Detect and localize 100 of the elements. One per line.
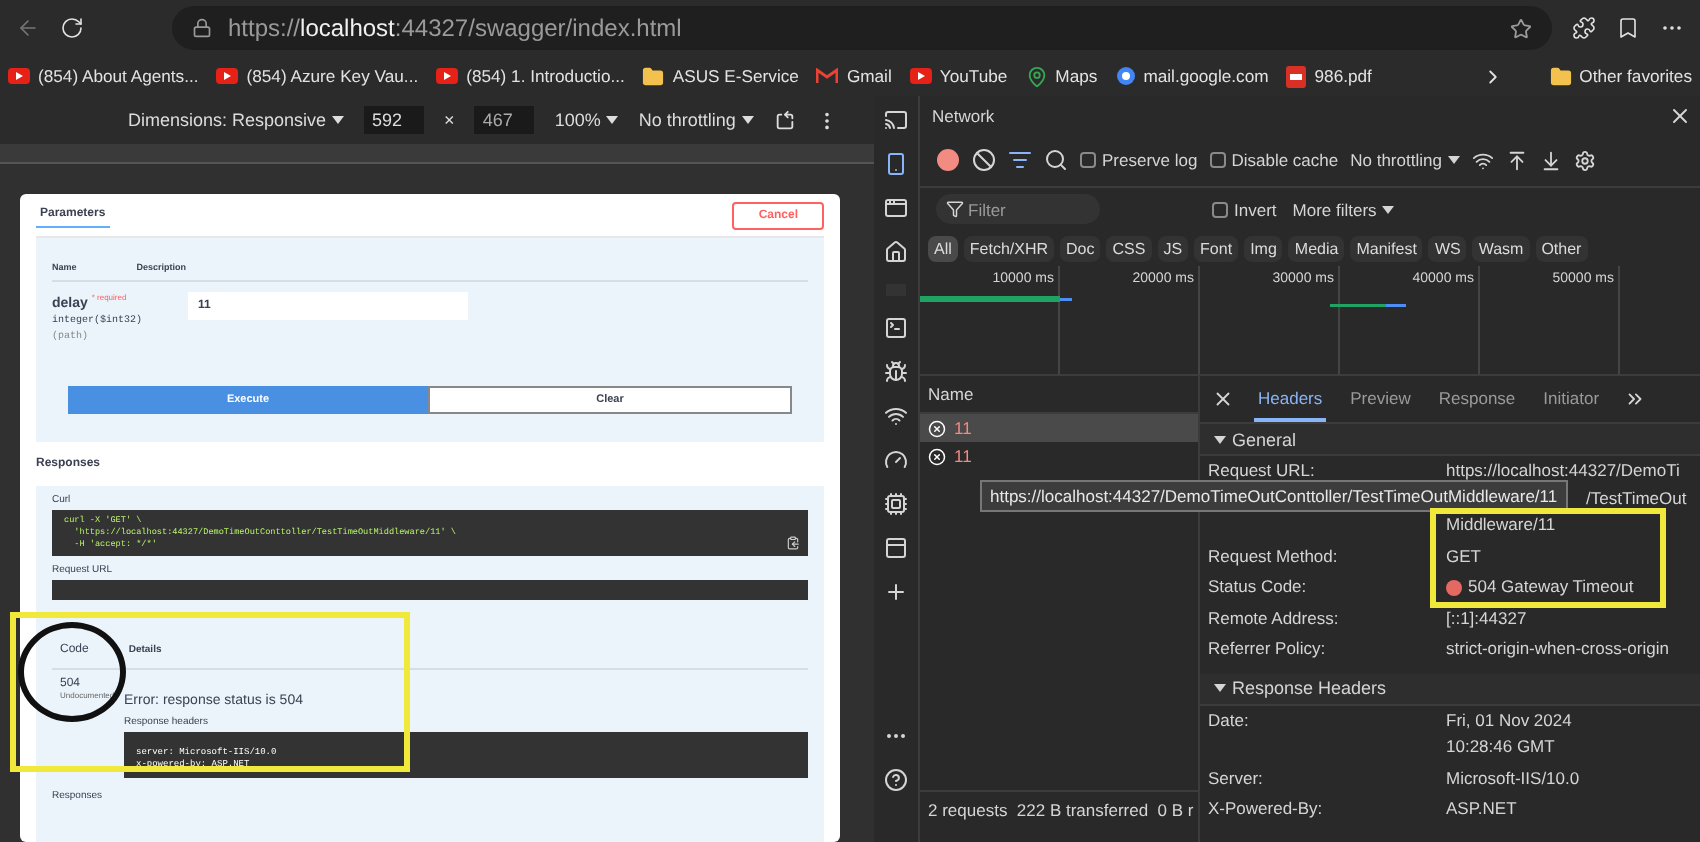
more-filters-dropdown[interactable]: More filters <box>1292 199 1395 219</box>
caret-icon <box>1447 156 1460 164</box>
type-filter-chip[interactable]: WS <box>1428 235 1467 261</box>
circle-annotation <box>18 622 126 722</box>
type-filter-chip[interactable]: JS <box>1157 235 1189 261</box>
video-play-icon <box>436 68 459 84</box>
bookmark-link[interactable]: Other favorites <box>1579 66 1692 86</box>
window-icon[interactable] <box>884 196 908 220</box>
copy-icon[interactable] <box>786 536 800 550</box>
chip-icon[interactable] <box>884 492 908 516</box>
caret-icon <box>606 116 619 124</box>
status-text: 2 requests 222 B transferred 0 B r <box>920 790 1198 826</box>
help-icon[interactable] <box>884 768 908 792</box>
type-filter-chip[interactable]: Doc <box>1060 235 1101 261</box>
favorites-icon[interactable] <box>1616 16 1640 40</box>
clear-icon[interactable] <box>972 148 996 172</box>
header-value: ASP.NET <box>1446 796 1517 822</box>
back-icon[interactable] <box>16 16 40 40</box>
type-filter-chip[interactable]: Media <box>1288 235 1345 261</box>
gauge-icon[interactable] <box>884 448 908 472</box>
address-bar[interactable]: https://localhost:44327/swagger/index.html <box>172 6 1552 50</box>
close-icon[interactable] <box>1212 388 1234 410</box>
detail-tab[interactable]: Initiator <box>1539 377 1604 421</box>
upload-icon[interactable] <box>1505 149 1528 171</box>
video-play-icon <box>909 68 932 84</box>
error-icon <box>928 419 946 437</box>
header-value: Fri, 01 Nov 2024 <box>1446 707 1572 733</box>
record-icon[interactable] <box>936 148 960 172</box>
throttling-dropdown[interactable]: No throttling <box>1350 150 1460 170</box>
type-filter-chip[interactable]: CSS <box>1106 235 1152 261</box>
settings-icon[interactable] <box>1573 149 1596 171</box>
type-filter-chip[interactable]: All <box>928 235 958 261</box>
folder-icon <box>1549 65 1572 87</box>
checkbox[interactable] <box>1080 152 1096 168</box>
bookmark-link[interactable]: Gmail <box>846 66 892 86</box>
close-icon[interactable] <box>1668 103 1692 127</box>
checkbox[interactable] <box>1209 152 1226 168</box>
header-value: Middleware/11 <box>1446 512 1558 538</box>
chevrons-right-icon[interactable] <box>1623 388 1646 410</box>
header-value: 10:28:46 GMT <box>1446 734 1557 760</box>
type-filter-chip[interactable]: Font <box>1194 235 1239 261</box>
search-icon[interactable] <box>1044 148 1068 172</box>
throttling-dropdown[interactable]: No throttling <box>638 110 754 130</box>
globe-icon <box>1115 66 1136 86</box>
console-icon[interactable] <box>884 316 908 340</box>
width-field[interactable]: 592 <box>364 106 425 134</box>
bug-icon[interactable] <box>884 360 908 384</box>
type-filter-chip[interactable]: Fetch/XHR <box>963 235 1055 261</box>
detail-tab[interactable]: Preview <box>1346 377 1415 421</box>
checkbox[interactable] <box>1212 201 1228 217</box>
header-name: Referrer Policy: <box>1208 636 1328 662</box>
download-icon[interactable] <box>1539 149 1562 171</box>
bookmark-link[interactable]: (854) Azure Key Vau... <box>246 66 419 86</box>
section-header[interactable]: General <box>1200 424 1700 456</box>
header-value: Microsoft-IIS/10.0 <box>1446 765 1580 791</box>
bookmark-link[interactable]: Maps <box>1055 66 1098 86</box>
star-icon[interactable] <box>1510 17 1532 39</box>
caret-icon <box>1214 435 1226 443</box>
header-value: /TestTimeOut <box>1586 485 1687 511</box>
header-name: Status Code: <box>1208 574 1309 600</box>
caret-icon <box>741 116 754 124</box>
bookmark-link[interactable]: (854) 1. Introductio... <box>466 66 625 86</box>
request-row[interactable]: 11 <box>920 414 1198 442</box>
bookmark-link[interactable]: (854) About Agents... <box>38 66 199 86</box>
error-icon <box>928 447 946 465</box>
bookmark-link[interactable]: mail.google.com <box>1143 66 1269 86</box>
caret-icon <box>1214 684 1226 692</box>
filter-icon[interactable] <box>1008 148 1032 172</box>
dimensions-dropdown[interactable]: Dimensions: Responsive <box>128 110 345 130</box>
detail-tab[interactable]: Response <box>1434 377 1520 421</box>
filter-field[interactable]: Filter <box>936 194 1100 224</box>
screencast-icon[interactable] <box>884 108 908 132</box>
puzzle-icon[interactable] <box>1572 16 1596 40</box>
times-sign: × <box>444 110 455 130</box>
rotate-icon[interactable] <box>773 109 796 131</box>
header-value: [::1]:44327 <box>1446 605 1527 632</box>
device-icon[interactable] <box>884 152 908 176</box>
type-filter-chip[interactable]: Other <box>1535 235 1588 261</box>
lock-icon <box>192 18 212 38</box>
reload-icon[interactable] <box>60 16 84 40</box>
video-play-icon <box>216 68 239 84</box>
wifi-icon[interactable] <box>1471 149 1494 171</box>
panel-title: Network <box>932 105 995 125</box>
type-filter-chip[interactable]: Img <box>1244 235 1283 261</box>
bookmark-link[interactable]: 986.pdf <box>1314 66 1372 86</box>
url-text: https://localhost:44327/swagger/index.html <box>228 14 682 42</box>
bookmark-link[interactable]: ASUS E-Service <box>672 66 799 86</box>
height-field[interactable]: 467 <box>474 106 535 134</box>
plus-icon[interactable] <box>884 580 908 604</box>
home-icon[interactable] <box>884 240 908 264</box>
header-name: Date: <box>1208 707 1251 733</box>
header-value: 504 Gateway Timeout <box>1446 574 1634 601</box>
type-filter-chip[interactable]: Wasm <box>1472 235 1530 261</box>
panel-icon[interactable] <box>884 536 908 560</box>
header-name: Request Method: <box>1208 543 1340 570</box>
zoom-dropdown[interactable]: 100% <box>554 110 619 130</box>
type-filter-chip[interactable]: Manifest <box>1350 235 1423 261</box>
section-header[interactable]: Response Headers <box>1200 673 1700 705</box>
bookmark-link[interactable]: YouTube <box>939 66 1008 86</box>
header-value: https://localhost:44327/DemoTi <box>1446 458 1682 484</box>
